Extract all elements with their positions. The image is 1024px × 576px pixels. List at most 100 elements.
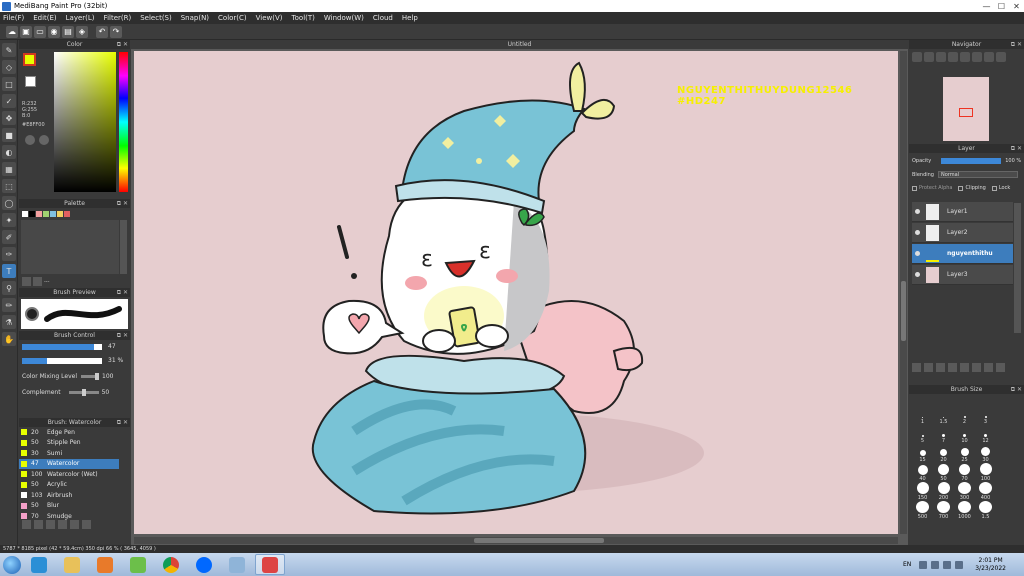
brush-size-preset[interactable]: 20	[933, 444, 954, 463]
brush-menu-icon[interactable]	[82, 520, 91, 529]
palette-swatch[interactable]	[22, 211, 28, 217]
brush-size-preset[interactable]: 3	[975, 406, 996, 425]
taskbar-app-green[interactable]	[123, 554, 153, 575]
menu-help[interactable]: Help	[402, 14, 418, 22]
move-tool-icon[interactable]: ✥	[2, 111, 16, 125]
new-folder-icon[interactable]	[972, 363, 981, 372]
panel-options-icon[interactable]: ⧉ ✕	[117, 288, 128, 297]
menu-tool[interactable]: Tool(T)	[292, 14, 315, 22]
color-mixing-slider[interactable]	[81, 373, 99, 380]
team-icon[interactable]: ◈	[76, 25, 88, 38]
panel-options-icon[interactable]: ⧉ ✕	[117, 40, 128, 49]
eyedropper-icon[interactable]: ⚗	[2, 315, 16, 329]
brush-delete-icon[interactable]	[58, 520, 67, 529]
brush-duplicate-icon[interactable]	[46, 520, 55, 529]
community-icon[interactable]: ◉	[48, 25, 60, 38]
drawing-canvas[interactable]: ε ε NGUYENTHITHUYDUNG12546 #HD247	[134, 51, 898, 534]
brush-opacity-value[interactable]: 31 %	[108, 357, 123, 364]
cloud-save-icon[interactable]: ☁	[6, 25, 18, 38]
brush-settings-icon[interactable]	[34, 520, 43, 529]
palette-swatch[interactable]	[64, 211, 70, 217]
brush-list-item[interactable]: 100 Watercolor (Wet)	[19, 469, 119, 480]
brush-add-icon[interactable]	[22, 520, 31, 529]
brush-size-preset[interactable]: 5	[912, 425, 933, 444]
zoom-out-icon[interactable]	[924, 52, 934, 62]
protect-alpha-checkbox[interactable]	[912, 185, 917, 191]
brush-size-preset[interactable]: 100	[975, 463, 996, 482]
divide-tool-icon[interactable]: ⚲	[2, 281, 16, 295]
brush-tool-icon[interactable]: ✎	[2, 43, 16, 57]
new-halftone-layer-icon[interactable]	[924, 363, 933, 372]
clipping-checkbox[interactable]	[958, 185, 964, 191]
start-button[interactable]	[0, 554, 24, 576]
volume-icon[interactable]	[943, 560, 952, 569]
rotate-right-icon[interactable]	[972, 52, 982, 62]
brush-size-preset[interactable]: 700	[933, 501, 954, 520]
delete-layer-icon[interactable]	[984, 363, 993, 372]
gallery-icon[interactable]: ▤	[62, 25, 74, 38]
layer-scrollbar[interactable]	[1014, 203, 1021, 333]
menu-layer[interactable]: Layer(L)	[66, 14, 95, 22]
brush-size-preset[interactable]: 40	[912, 463, 933, 482]
palette-swatch[interactable]	[57, 211, 63, 217]
fit-window-icon[interactable]	[936, 52, 946, 62]
brush-size-preset[interactable]: 1000	[954, 501, 975, 520]
brush-list-item[interactable]: 30 Sumi	[19, 448, 119, 459]
taskbar-zalo[interactable]	[189, 554, 219, 575]
lock-checkbox[interactable]	[991, 185, 997, 191]
palette-add-icon[interactable]	[22, 277, 31, 286]
brush-size-preset[interactable]: 12	[975, 425, 996, 444]
navigator-thumbnail[interactable]	[943, 77, 989, 141]
foreground-color-swatch[interactable]	[23, 53, 36, 66]
color-wheel-icon[interactable]	[25, 135, 35, 145]
select-pen-icon[interactable]: ✐	[2, 230, 16, 244]
layer-menu-icon[interactable]	[996, 363, 1005, 372]
layer-opacity-slider[interactable]	[941, 158, 1002, 164]
hue-slider[interactable]	[119, 52, 128, 192]
eraser-tool-icon[interactable]: ◇	[2, 60, 16, 74]
brush-size-preset[interactable]: 50	[933, 463, 954, 482]
visibility-eye-icon[interactable]	[915, 251, 920, 256]
menu-select[interactable]: Select(S)	[140, 14, 172, 22]
brush-opacity-slider[interactable]	[22, 357, 102, 364]
layer-settings-icon[interactable]	[960, 363, 969, 372]
flag-icon[interactable]	[955, 560, 964, 569]
maximize-button[interactable]: ☐	[994, 1, 1009, 12]
minimize-button[interactable]: —	[979, 1, 994, 12]
brush-size-preset[interactable]: 1	[912, 406, 933, 425]
menu-view[interactable]: View(V)	[256, 14, 283, 22]
rotate-left-icon[interactable]	[960, 52, 970, 62]
taskbar-media[interactable]	[90, 554, 120, 575]
palette-swatch[interactable]	[29, 211, 35, 217]
layer-item[interactable]: Layer1	[912, 202, 1013, 222]
brush-list-item[interactable]: 47 Watercolor	[19, 458, 119, 469]
close-button[interactable]: ✕	[1009, 0, 1024, 12]
menu-snap[interactable]: Snap(N)	[181, 14, 209, 22]
complement-slider[interactable]	[68, 389, 99, 396]
language-indicator[interactable]: EN	[903, 561, 911, 568]
brush-size-preset[interactable]: 400	[975, 482, 996, 501]
menu-cloud[interactable]: Cloud	[373, 14, 393, 22]
panel-options-icon[interactable]: ⧉ ✕	[117, 331, 128, 340]
layer-item[interactable]: Layer2	[912, 223, 1013, 243]
palette-delete-icon[interactable]	[33, 277, 42, 286]
saturation-value-picker[interactable]	[54, 52, 116, 192]
layer-item-active[interactable]: nguyenthithu	[912, 244, 1013, 264]
palette-swatch[interactable]	[50, 211, 56, 217]
brush-size-value[interactable]: 47	[108, 343, 116, 350]
layer-item[interactable]: Layer3	[912, 265, 1013, 285]
palette-scrollbar[interactable]	[120, 220, 127, 274]
panel-options-icon[interactable]: ⧉ ✕	[117, 418, 128, 427]
clock[interactable]: 2:01 PM 3/23/2022	[975, 557, 1006, 573]
new-layer-icon[interactable]	[912, 363, 921, 372]
panel-options-icon[interactable]: ⧉ ✕	[1011, 40, 1022, 49]
gradient-tool-icon[interactable]: ▦	[2, 162, 16, 176]
brush-size-preset[interactable]: 70	[954, 463, 975, 482]
blur-tool-icon[interactable]: ✓	[2, 94, 16, 108]
text-tool-icon[interactable]: T	[2, 264, 16, 278]
canvas-horizontal-scrollbar[interactable]	[134, 537, 898, 544]
panel-options-icon[interactable]: ⧉ ✕	[117, 199, 128, 208]
brush-list-item[interactable]: 50 Acrylic	[19, 480, 119, 491]
visibility-eye-icon[interactable]	[915, 209, 920, 214]
operation-tool-icon[interactable]: ✏	[2, 298, 16, 312]
